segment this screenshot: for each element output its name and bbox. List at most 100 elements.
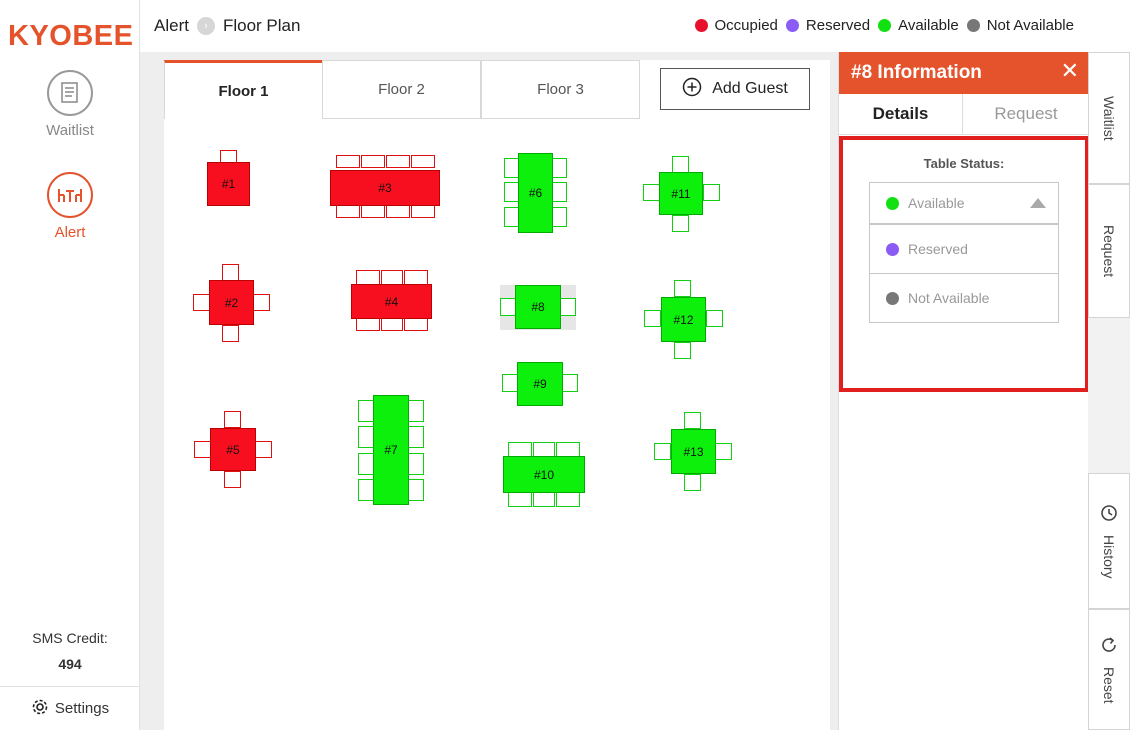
legend-label: Available [898, 17, 959, 34]
chair [356, 318, 380, 331]
table-9[interactable]: #9 [517, 362, 563, 406]
vtab-history[interactable]: History [1088, 473, 1130, 609]
sidebar-item-label: Alert [54, 224, 86, 241]
chair [562, 374, 578, 392]
table-3[interactable]: #3 [330, 170, 440, 206]
chair [361, 155, 385, 168]
chair [404, 318, 428, 331]
available-dot-icon [878, 19, 892, 32]
chair [672, 156, 689, 173]
chair [358, 426, 374, 448]
chair [508, 442, 532, 457]
alert-table-icon [47, 172, 93, 218]
tab-request[interactable]: Request [963, 94, 1089, 134]
table-13[interactable]: #13 [671, 429, 716, 474]
table-10[interactable]: #10 [503, 456, 585, 493]
chair [356, 270, 380, 285]
reserved-dot-icon [785, 19, 799, 32]
settings-label: Settings [54, 700, 110, 717]
table-status-label: Table Status: [923, 156, 1005, 171]
chair [552, 158, 567, 178]
chair [654, 443, 671, 460]
table-11[interactable]: #11 [659, 172, 703, 215]
chair [560, 298, 576, 316]
legend-label: Not Available [986, 17, 1074, 34]
vtab-label: Waitlist [1101, 95, 1117, 141]
chair [715, 443, 732, 460]
history-icon [1100, 504, 1118, 527]
sidebar-item-alert[interactable]: Alert [0, 172, 140, 241]
table-6[interactable]: #6 [518, 153, 553, 233]
reserved-dot-icon [886, 242, 899, 256]
chair [408, 453, 424, 475]
triangle-up-icon [1030, 198, 1046, 208]
vtab-waitlist[interactable]: Waitlist [1088, 52, 1130, 184]
chair [194, 441, 211, 458]
chair [193, 294, 210, 311]
settings-button[interactable]: Settings [0, 686, 140, 730]
chair [386, 205, 410, 218]
table-4[interactable]: #4 [351, 284, 432, 319]
chair [408, 479, 424, 501]
sidebar-item-waitlist[interactable]: Waitlist [0, 70, 140, 139]
legend-label: Occupied [714, 17, 778, 34]
vtab-reset[interactable]: Reset [1088, 609, 1130, 730]
status-option-not-available[interactable]: Not Available [869, 273, 1059, 323]
gear-icon [31, 698, 49, 720]
right-vertical-tabs: Waitlist Request History Reset [1088, 52, 1130, 730]
status-option-label: Available [908, 195, 965, 211]
vtab-request[interactable]: Request [1088, 184, 1130, 318]
legend-not-available: Not Available [966, 17, 1074, 34]
chair [336, 205, 360, 218]
available-dot-icon [886, 196, 899, 210]
breadcrumb-floor-plan: Floor Plan [222, 16, 301, 35]
chair [552, 182, 567, 202]
occupied-dot-icon [694, 19, 708, 32]
status-option-reserved[interactable]: Reserved [869, 224, 1059, 274]
logo: KYOBEE [8, 20, 134, 52]
chair [253, 294, 270, 311]
sms-credit: SMS Credit: 494 [0, 630, 140, 672]
refresh-icon [1100, 636, 1118, 659]
chair [408, 426, 424, 448]
chair [358, 453, 374, 475]
status-option-label: Not Available [908, 290, 990, 306]
close-icon[interactable]: ✕ [1061, 58, 1079, 84]
chair [381, 318, 403, 331]
chair [533, 442, 555, 457]
chair [556, 442, 580, 457]
table-2[interactable]: #2 [209, 280, 254, 325]
chair [706, 310, 723, 327]
chair [255, 441, 272, 458]
sms-credit-value: 494 [58, 656, 82, 672]
table-5[interactable]: #5 [210, 428, 256, 471]
table-8[interactable]: #8 [515, 285, 561, 329]
tab-floor-3[interactable]: Floor 3 [481, 60, 640, 119]
chair [411, 155, 435, 168]
table-12[interactable]: #12 [661, 297, 706, 342]
plus-circle-icon [682, 77, 702, 102]
top-header: Alert › Floor Plan Occupied Reserved Ava… [140, 0, 1130, 52]
table-7[interactable]: #7 [373, 395, 409, 505]
chair [381, 270, 403, 285]
chair [336, 155, 360, 168]
chevron-right-icon: › [196, 17, 215, 35]
breadcrumb-alert[interactable]: Alert [154, 16, 189, 36]
not-available-dot-icon [886, 291, 899, 305]
chair [556, 492, 580, 507]
chair [222, 325, 239, 342]
chair [386, 155, 410, 168]
legend-label: Reserved [805, 17, 871, 34]
vtab-label: Request [1101, 224, 1117, 278]
tab-floor-2[interactable]: Floor 2 [322, 60, 481, 119]
tab-floor-1[interactable]: Floor 1 [164, 60, 323, 119]
status-option-available[interactable]: Available [869, 182, 1059, 224]
chair [224, 471, 241, 488]
table-1[interactable]: #1 [207, 162, 250, 206]
tab-details[interactable]: Details [839, 94, 963, 134]
chair [508, 492, 532, 507]
add-guest-button[interactable]: Add Guest [660, 68, 810, 110]
chair [643, 184, 660, 201]
status-option-label: Reserved [908, 241, 968, 257]
info-panel-header: #8 Information ✕ [839, 52, 1089, 94]
